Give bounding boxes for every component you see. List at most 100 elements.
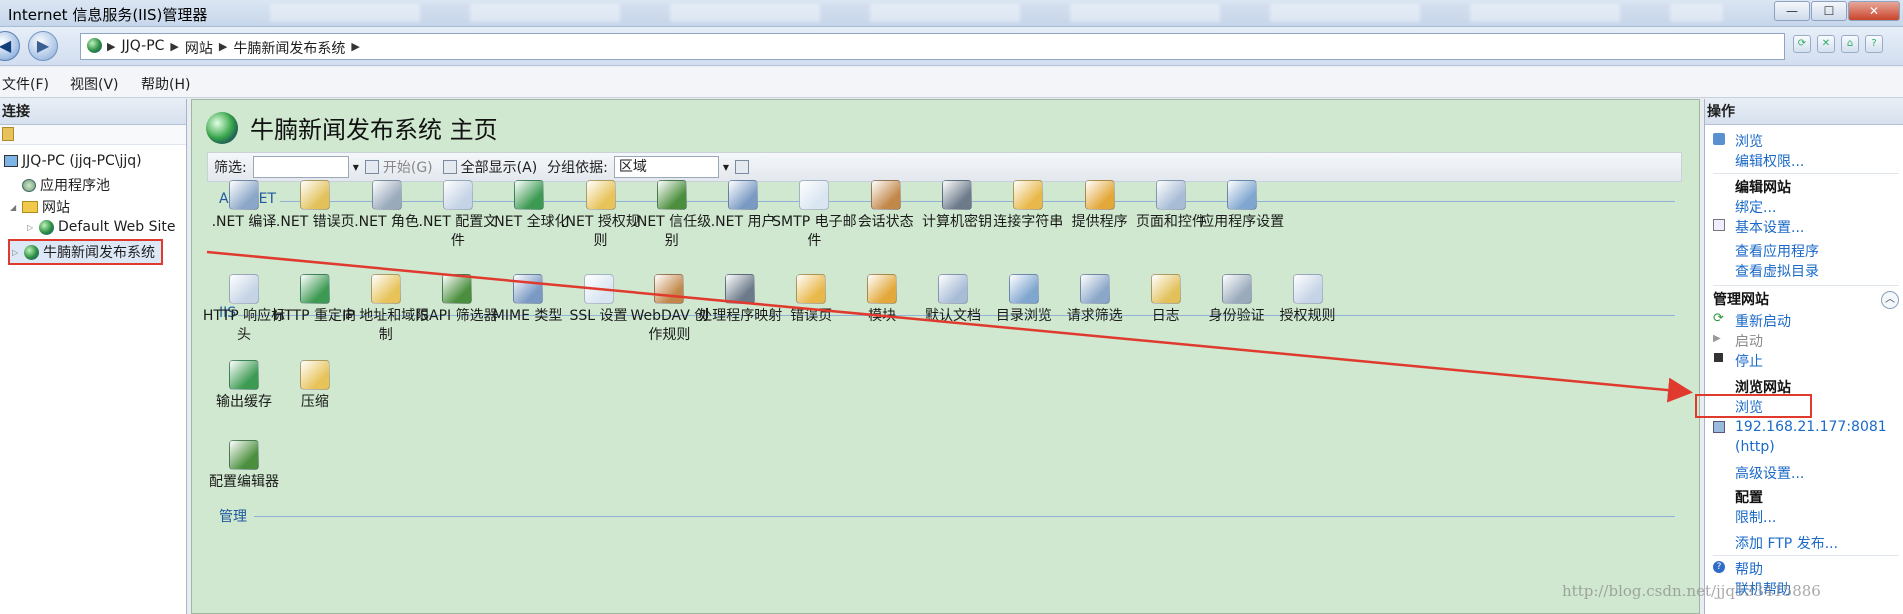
connections-pane: 连接 JJQ-PC (jjq-PC\jjq) 应用程序池 ◢ 网站 ▷ Defa… xyxy=(0,99,187,614)
stop-icon[interactable]: ✕ xyxy=(1817,35,1835,53)
watermark: http://blog.csdn.net/jjq533415886 xyxy=(1562,582,1821,600)
breadcrumb[interactable]: ▶ JJQ-PC ▶ 网站 ▶ 牛腩新闻发布系统 ▶ xyxy=(80,33,1785,60)
feature-icon xyxy=(512,274,543,304)
page-header: 牛腩新闻发布系统 主页 xyxy=(206,110,498,145)
settings-icon xyxy=(1713,219,1725,231)
feature-icon xyxy=(229,180,259,210)
action-help[interactable]: 帮助 xyxy=(1735,559,1763,579)
feature-icon xyxy=(656,180,687,210)
collapse-icon[interactable]: ︿ xyxy=(1881,291,1899,309)
connections-header: 连接 xyxy=(0,99,186,125)
crumb-jjq-pc[interactable]: JJQ-PC xyxy=(121,38,164,58)
home-icon[interactable]: ⌂ xyxy=(1841,35,1859,53)
chevron-down-icon[interactable]: ▼ xyxy=(723,163,729,172)
new-connection-icon[interactable] xyxy=(2,127,14,141)
feature-icon xyxy=(1150,274,1181,304)
feature-label: 配置编辑器 xyxy=(209,474,279,490)
tree-item-default-site[interactable]: ▷ Default Web Site xyxy=(27,219,175,235)
feature-label: 授权规则 xyxy=(1279,308,1336,324)
view-mode-icon[interactable] xyxy=(735,160,750,174)
feature-icon xyxy=(867,274,898,304)
action-browse[interactable]: 浏览 xyxy=(1735,131,1763,151)
help-icon[interactable]: ? xyxy=(1865,35,1883,53)
action-basic-settings[interactable]: 基本设置... xyxy=(1735,217,1804,237)
crumb-separator: ▶ xyxy=(107,40,116,53)
action-browse-binding[interactable]: 192.168.21.177:8081 xyxy=(1735,419,1887,435)
section-management[interactable]: 管理 xyxy=(219,506,247,526)
collapsed-icon[interactable]: ▷ xyxy=(12,248,20,257)
menu-bar: 文件(F) 视图(V) 帮助(H) xyxy=(0,67,1903,98)
show-all-icon xyxy=(442,160,457,174)
crumb-site[interactable]: 牛腩新闻发布系统 xyxy=(233,38,345,58)
tree-label: Default Web Site xyxy=(58,219,176,235)
feature-icon xyxy=(728,180,759,210)
action-restart[interactable]: 重新启动 xyxy=(1735,311,1791,331)
action-advanced-settings[interactable]: 高级设置... xyxy=(1735,463,1804,483)
crumb-separator: ▶ xyxy=(218,40,228,53)
tree-item-server[interactable]: JJQ-PC (jjq-PC\jjq) xyxy=(4,153,142,169)
menu-help[interactable]: 帮助(H) xyxy=(141,74,190,94)
close-button[interactable]: ✕ xyxy=(1848,1,1900,21)
action-add-ftp[interactable]: 添加 FTP 发布... xyxy=(1735,533,1838,553)
help-icon: ? xyxy=(1713,561,1725,573)
window-title: Internet 信息服务(IIS)管理器 xyxy=(8,6,208,24)
chevron-down-icon[interactable]: ▼ xyxy=(353,163,359,172)
feature-icon xyxy=(1013,180,1044,210)
feature-label: 压缩 xyxy=(300,394,329,410)
tree-item-app-pools[interactable]: 应用程序池 xyxy=(22,175,110,195)
feature-item[interactable]: 配置编辑器 xyxy=(200,440,288,492)
forward-button[interactable]: ▶ xyxy=(28,31,58,61)
feature-icon xyxy=(585,180,616,210)
start-icon: ▶ xyxy=(1713,333,1721,344)
binoculars-icon xyxy=(364,160,379,174)
show-all-button[interactable]: 全部显示(A) xyxy=(442,157,537,177)
collapsed-icon[interactable]: ▷ xyxy=(27,223,35,232)
feature-icon xyxy=(583,274,614,304)
tree-item-sites[interactable]: ◢ 网站 xyxy=(10,197,70,217)
filter-input[interactable] xyxy=(252,156,349,178)
crumb-separator: ▶ xyxy=(170,40,179,53)
folder-icon xyxy=(22,201,38,213)
globe-icon xyxy=(87,38,102,53)
action-bindings[interactable]: 绑定... xyxy=(1735,197,1776,217)
section-divider xyxy=(254,516,1675,517)
group-by-select[interactable]: 区域 xyxy=(613,156,719,178)
start-button[interactable]: 开始(G) xyxy=(364,157,433,177)
crumb-sites[interactable]: 网站 xyxy=(185,38,213,58)
feature-icon xyxy=(1221,274,1252,304)
feature-icon xyxy=(796,274,827,304)
feature-item[interactable]: 授权规则 xyxy=(1264,274,1352,326)
feature-label: 应用程序设置 xyxy=(1200,214,1285,230)
action-edit-permissions[interactable]: 编辑权限... xyxy=(1735,151,1804,171)
feature-icon xyxy=(942,180,972,210)
actions-pane: 操作 浏览 编辑权限... 编辑网站 绑定... 基本设置... 查看应用程序 … xyxy=(1704,99,1903,614)
menu-file[interactable]: 文件(F) xyxy=(2,74,49,94)
action-limits[interactable]: 限制... xyxy=(1735,507,1776,527)
tree-item-selected-site[interactable]: ▷ 牛腩新闻发布系统 xyxy=(8,239,163,265)
group-by-label: 分组依据: xyxy=(547,160,608,176)
back-button[interactable]: ◀ xyxy=(0,31,20,61)
action-stop[interactable]: 停止 xyxy=(1735,351,1763,371)
action-view-applications[interactable]: 查看应用程序 xyxy=(1735,241,1819,261)
refresh-icon[interactable]: ⟳ xyxy=(1793,35,1811,53)
title-bar: Internet 信息服务(IIS)管理器 — ☐ ✕ xyxy=(0,0,1903,27)
minimize-button[interactable]: — xyxy=(1774,1,1810,21)
action-browse-protocol[interactable]: (http) xyxy=(1735,439,1775,455)
feature-icon xyxy=(725,274,756,304)
action-start[interactable]: 启动 xyxy=(1735,331,1763,351)
group-manage-site: 管理网站 xyxy=(1713,292,1769,308)
action-view-virtual-dirs[interactable]: 查看虚拟目录 xyxy=(1735,261,1819,281)
feature-item[interactable]: 应用程序设置 xyxy=(1198,180,1286,232)
feature-icon xyxy=(654,274,685,304)
page-title: 牛腩新闻发布系统 主页 xyxy=(250,116,498,144)
expanded-icon[interactable]: ◢ xyxy=(10,203,18,212)
maximize-button[interactable]: ☐ xyxy=(1811,1,1847,21)
feature-icon xyxy=(229,274,259,304)
feature-icon xyxy=(299,360,330,390)
start-label: 开始(G) xyxy=(382,160,433,176)
feature-icon xyxy=(442,180,473,210)
globe-icon xyxy=(206,111,238,144)
menu-view[interactable]: 视图(V) xyxy=(70,74,119,94)
taskbar-ghost xyxy=(270,4,1723,22)
feature-item[interactable]: 压缩 xyxy=(271,360,359,412)
